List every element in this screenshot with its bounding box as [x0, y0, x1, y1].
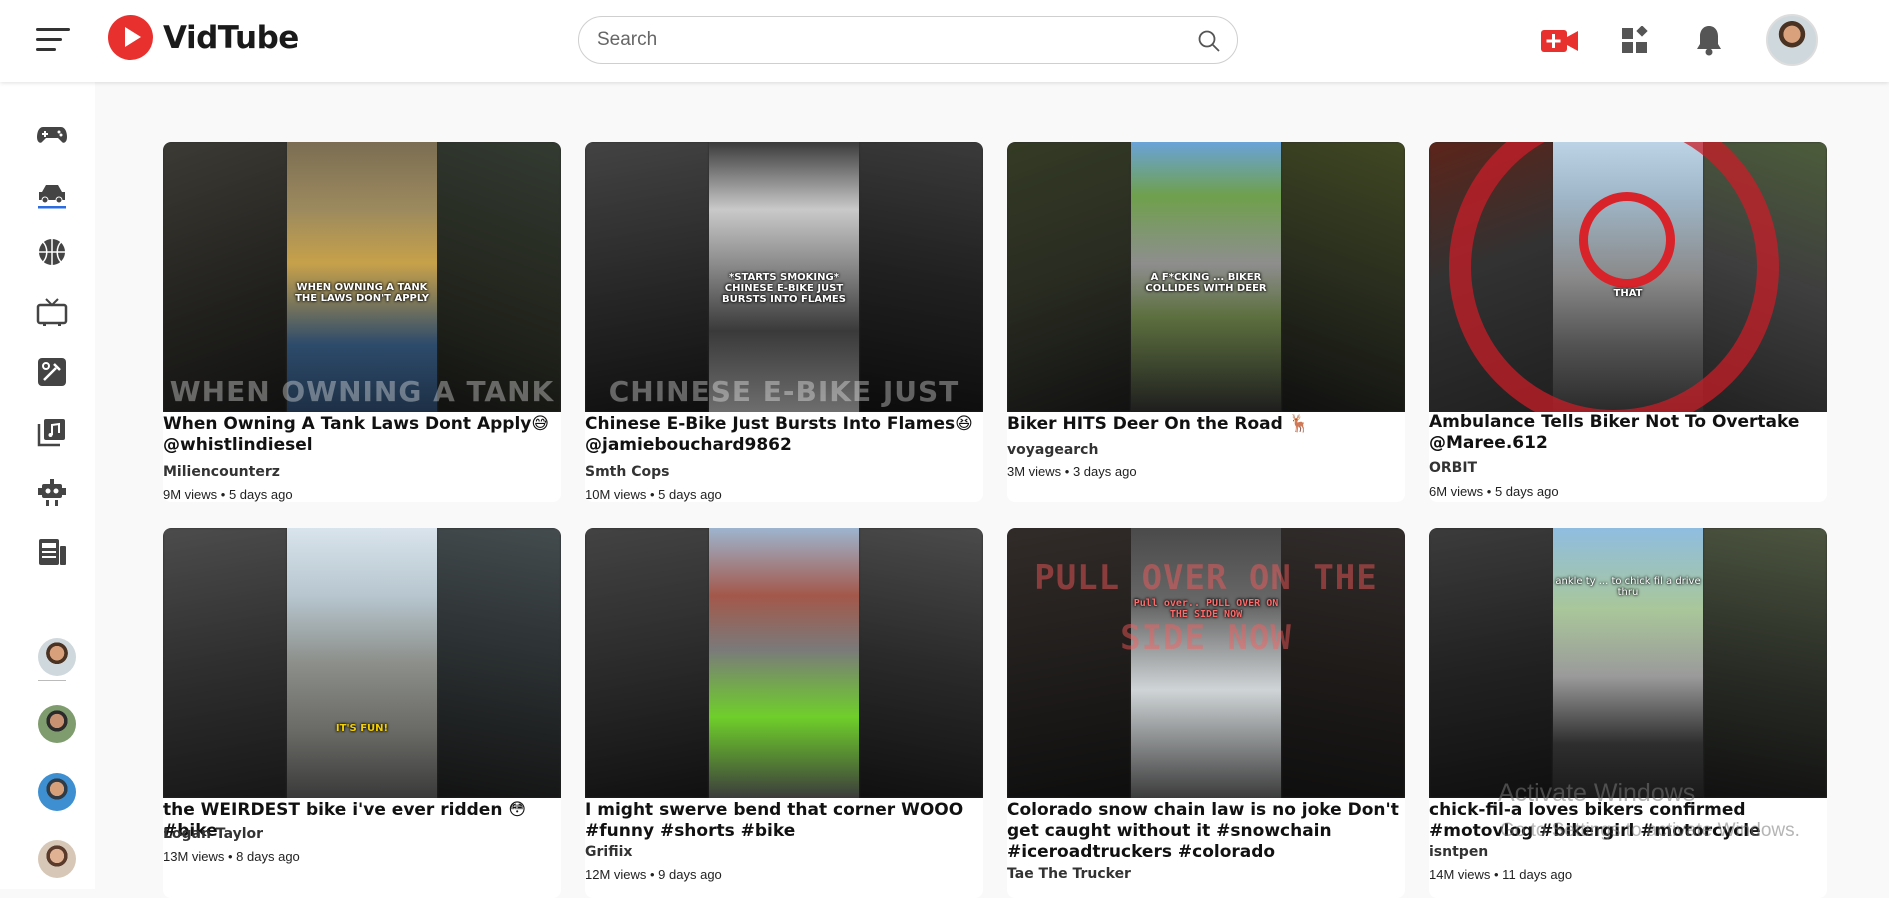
activate-windows-hint: Go to Settings to activate Windows. [1500, 820, 1800, 841]
play-logo-icon [108, 15, 153, 60]
search-icon[interactable] [1197, 29, 1221, 53]
tools-icon[interactable] [36, 356, 68, 388]
video-title[interactable]: Biker HITS Deer On the Road 🦌 [1007, 414, 1405, 435]
apps-icon[interactable] [1620, 26, 1650, 56]
channel-name[interactable]: ORBIT [1429, 460, 1477, 476]
video-thumbnail[interactable]: IT'S FUN! [163, 528, 561, 798]
channel-name[interactable]: voyagearch [1007, 442, 1098, 458]
video-card[interactable]: ankle ty ... to chick fil a drive thru c… [1429, 528, 1827, 898]
video-thumbnail[interactable]: *STARTS SMOKING* CHINESE E-BIKE JUST BUR… [585, 142, 983, 412]
video-card[interactable]: WHEN OWNING A TANK THE LAWS DON'T APPLY … [163, 142, 561, 502]
video-meta: 10M views • 5 days ago [585, 487, 722, 502]
video-card[interactable]: Pull over.. PULL OVER ON THE SIDE NOW PU… [1007, 528, 1405, 898]
robot-icon[interactable] [36, 476, 68, 508]
video-title[interactable]: Colorado snow chain law is no joke Don't… [1007, 800, 1405, 863]
video-thumbnail[interactable] [585, 528, 983, 798]
sidebar [0, 82, 95, 889]
news-icon[interactable] [36, 536, 68, 568]
search-input[interactable] [597, 26, 1157, 54]
music-icon[interactable] [36, 416, 68, 448]
subscription-avatar[interactable] [38, 840, 76, 878]
subscription-avatar[interactable] [38, 705, 76, 743]
video-title[interactable]: Chinese E-Bike Just Bursts Into Flames😆 … [585, 414, 983, 456]
video-card[interactable]: A F*CKING ... BIKER COLLIDES WITH DEER B… [1007, 142, 1405, 502]
video-thumbnail[interactable]: Pull over.. PULL OVER ON THE SIDE NOW PU… [1007, 528, 1405, 798]
video-meta: 12M views • 9 days ago [585, 867, 722, 882]
channel-name[interactable]: Tae The Trucker [1007, 866, 1131, 882]
video-meta: 14M views • 11 days ago [1429, 867, 1573, 882]
video-thumbnail[interactable]: THAT [1429, 142, 1827, 412]
video-thumbnail[interactable]: ankle ty ... to chick fil a drive thru [1429, 528, 1827, 798]
tv-icon[interactable] [36, 296, 68, 328]
app-name: VidTube [163, 19, 299, 56]
video-meta: 3M views • 3 days ago [1007, 464, 1137, 479]
video-card[interactable]: THAT Ambulance Tells Biker Not To Overta… [1429, 142, 1827, 502]
sidebar-divider [38, 680, 66, 681]
cars-icon[interactable] [36, 178, 68, 210]
channel-name[interactable]: Grifiix [585, 844, 632, 860]
subscription-avatar[interactable] [38, 638, 76, 676]
video-meta: 9M views • 5 days ago [163, 487, 293, 502]
channel-name[interactable]: Smth Cops [585, 464, 669, 480]
top-bar: VidTube [0, 0, 1889, 82]
video-title[interactable]: When Owning A Tank Laws Dont Apply😅 @whi… [163, 414, 561, 456]
channel-name[interactable]: Miliencounterz [163, 464, 280, 480]
avatar[interactable] [1766, 14, 1818, 66]
video-card[interactable]: *STARTS SMOKING* CHINESE E-BIKE JUST BUR… [585, 142, 983, 502]
video-thumbnail[interactable]: A F*CKING ... BIKER COLLIDES WITH DEER [1007, 142, 1405, 412]
create-video-icon[interactable] [1540, 26, 1580, 56]
subscription-avatar[interactable] [38, 773, 76, 811]
video-meta: 6M views • 5 days ago [1429, 484, 1559, 499]
video-title[interactable]: Ambulance Tells Biker Not To Overtake @M… [1429, 412, 1827, 454]
video-card[interactable]: I might swerve bend that corner WOOO #fu… [585, 528, 983, 898]
search-bar [578, 16, 1238, 64]
logo[interactable]: VidTube [108, 15, 299, 60]
notifications-icon[interactable] [1695, 24, 1723, 56]
video-thumbnail[interactable]: WHEN OWNING A TANK THE LAWS DON'T APPLY … [163, 142, 561, 412]
gaming-icon[interactable] [36, 118, 68, 150]
channel-name[interactable]: Logan Taylor [163, 826, 263, 842]
video-title[interactable]: I might swerve bend that corner WOOO #fu… [585, 800, 983, 842]
activate-windows-watermark: Activate Windows [1498, 779, 1696, 807]
video-card[interactable]: IT'S FUN! the WEIRDEST bike i've ever ri… [163, 528, 561, 898]
video-meta: 13M views • 8 days ago [163, 849, 300, 864]
menu-icon[interactable] [36, 27, 72, 53]
sports-icon[interactable] [36, 236, 68, 268]
channel-name[interactable]: isntpen [1429, 844, 1488, 860]
